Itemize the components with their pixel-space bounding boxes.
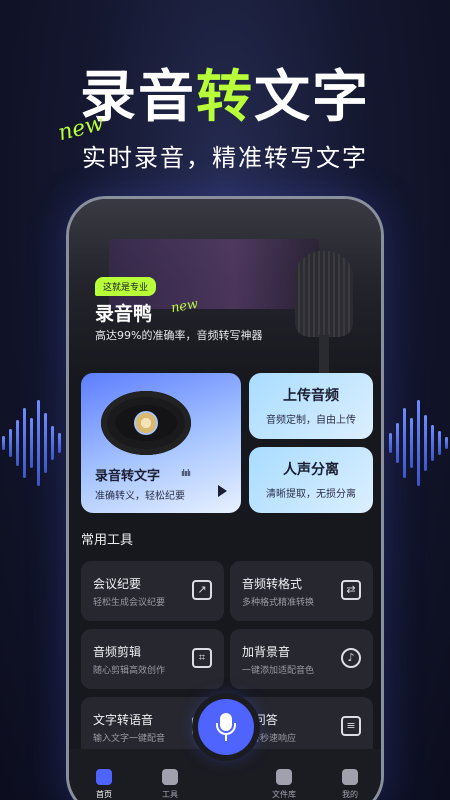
banner-subtitle: 高达99%的准确率，音频转写神器: [95, 329, 263, 342]
tool-name: 音频转格式: [242, 577, 303, 591]
headline-part2: 文字: [254, 65, 370, 130]
home-icon: [96, 769, 112, 785]
vocal-separation-subtitle: 清晰提取，无损分离: [266, 489, 356, 500]
convert-icon: ⇄: [341, 580, 361, 600]
user-icon: [342, 769, 358, 785]
vocal-separation-card[interactable]: 人声分离 清晰提取，无损分离: [249, 447, 373, 513]
tool-name: 音频剪辑: [93, 645, 142, 659]
crop-icon: ⌗: [192, 648, 212, 668]
bottom-tab-bar: 首页 工具 文件库 我的: [69, 749, 381, 800]
vocal-separation-title: 人声分离: [283, 462, 339, 478]
chart-icon: ↗: [192, 580, 212, 600]
chat-icon: ≡: [341, 716, 361, 736]
tools-section-title: 常用工具: [81, 533, 134, 548]
tool-desc: 输入文字一键配音: [93, 734, 166, 744]
tab-label: 工具: [162, 790, 178, 799]
tool-desc: 随心剪辑高效创作: [93, 666, 166, 676]
phone-screen: 这就是专业 录音鸭 new 高达99%的准确率，音频转写神器 录音转文字 ılı…: [69, 199, 381, 800]
microphone-icon-base: [216, 723, 236, 735]
studio-microphone-illustration: [295, 251, 353, 337]
tab-home[interactable]: 首页: [79, 769, 129, 800]
tab-label: 首页: [96, 790, 112, 799]
upload-audio-subtitle: 音频定制，自由上传: [266, 415, 356, 426]
tool-desc: 多种格式精准转换: [242, 598, 315, 608]
play-icon[interactable]: [218, 485, 227, 497]
tool-desc: 轻松生成会议纪要: [93, 598, 166, 608]
tab-label: 文件库: [272, 790, 296, 799]
banner-new-scribble: new: [169, 296, 200, 317]
banner-badge: 这就是专业: [95, 277, 157, 296]
tool-name: 加背景音: [242, 645, 291, 659]
mini-waveform-icon: ılıılı: [181, 469, 191, 479]
hero-banner[interactable]: 这就是专业 录音鸭 new 高达99%的准确率，音频转写神器: [69, 199, 381, 379]
right-sound-wave-decoration: [387, 400, 450, 486]
tool-audio-convert[interactable]: 音频转格式 多种格式精准转换 ⇄: [230, 561, 373, 621]
tool-desc: 一键添加适配音色: [242, 666, 315, 676]
headline-accent: 转: [196, 65, 254, 130]
promo-subline: 实时录音，精准转写文字: [82, 144, 368, 172]
tab-files[interactable]: 文件库: [259, 769, 309, 800]
tab-label: 我的: [342, 790, 358, 799]
upload-audio-card[interactable]: 上传音频 音频定制，自由上传: [249, 373, 373, 439]
record-to-text-title: 录音转文字: [95, 469, 161, 484]
left-sound-wave-decoration: [0, 400, 63, 486]
vinyl-record-illustration: [101, 391, 191, 455]
vinyl-label: [134, 411, 158, 435]
phone-frame: 这就是专业 录音鸭 new 高达99%的准确率，音频转写神器 录音转文字 ılı…: [66, 196, 384, 800]
tool-meeting-minutes[interactable]: 会议纪要 轻松生成会议纪要 ↗: [81, 561, 224, 621]
tab-tools[interactable]: 工具: [145, 769, 195, 800]
banner-app-title: 录音鸭: [95, 303, 153, 325]
record-to-text-subtitle: 准确转义，轻松纪要: [95, 491, 185, 502]
microphone-stand-illustration: [319, 335, 329, 375]
microphone-icon-foot: [225, 735, 227, 741]
wrench-icon: [162, 769, 178, 785]
folder-icon: [276, 769, 292, 785]
tool-name: 会议纪要: [93, 577, 142, 591]
record-to-text-card[interactable]: 录音转文字 ılıılı 准确转义，轻松纪要: [81, 373, 241, 513]
tool-background-music[interactable]: 加背景音 一键添加适配音色 ♪: [230, 629, 373, 689]
music-note-icon: ♪: [341, 648, 361, 668]
tool-name: 文字转语音: [93, 713, 154, 727]
record-microphone-button[interactable]: [198, 699, 254, 755]
tab-profile[interactable]: 我的: [325, 769, 375, 800]
tool-audio-edit[interactable]: 音频剪辑 随心剪辑高效创作 ⌗: [81, 629, 224, 689]
upload-audio-title: 上传音频: [283, 388, 339, 404]
